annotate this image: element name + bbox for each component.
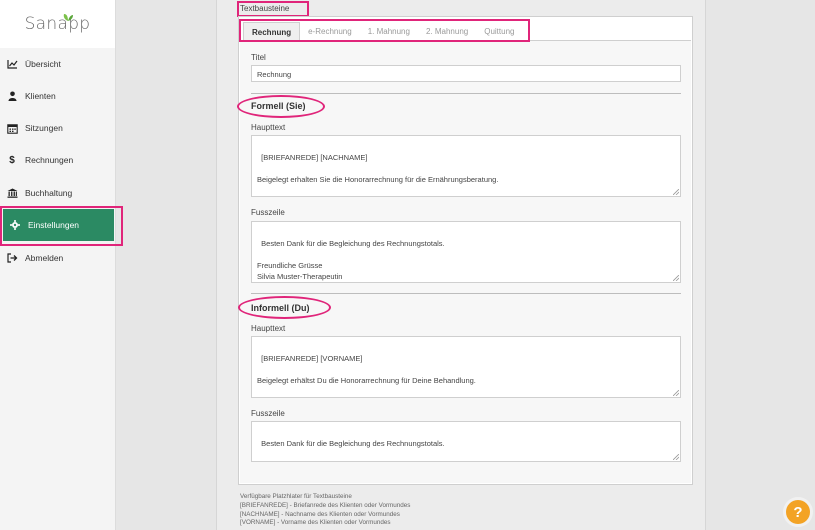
formell-haupttext-value: [BRIEFANREDE] [NACHNAME] Beigelegt erhal…	[257, 153, 499, 184]
titel-label: Titel	[251, 53, 266, 62]
resize-handle-icon[interactable]	[673, 390, 679, 396]
resize-handle-icon[interactable]	[673, 275, 679, 281]
sidebar-item-label: Buchhaltung	[25, 188, 73, 198]
formell-fusszeile-label: Fusszeile	[251, 208, 285, 217]
sidebar-item-einstellungen[interactable]: Einstellungen	[3, 209, 114, 241]
sidebar: Sanapp Übersicht Klienten Sitzungen $ Re…	[0, 0, 116, 530]
sidebar-item-buchhaltung[interactable]: Buchhaltung	[0, 177, 116, 209]
divider	[251, 93, 681, 94]
highlight-oval-formell	[237, 95, 325, 118]
sidebar-item-label: Abmelden	[25, 253, 64, 263]
placeholder-title: Verfügbare Platzhlater für Textbausteine	[240, 493, 352, 500]
sidebar-item-label: Klienten	[25, 91, 56, 101]
sidebar-item-label: Sitzungen	[25, 123, 63, 133]
divider	[251, 293, 681, 294]
resize-handle-icon[interactable]	[673, 189, 679, 195]
sidebar-item-uebersicht[interactable]: Übersicht	[0, 48, 116, 80]
resize-handle-icon[interactable]	[673, 454, 679, 460]
sidebar-item-sitzungen[interactable]: Sitzungen	[0, 112, 116, 144]
leaf-icon	[63, 14, 73, 21]
placeholder-line: [VORNAME] - Vorname des Klienten oder Vo…	[240, 519, 391, 527]
sidebar-item-label: Übersicht	[25, 59, 61, 69]
sign-out-icon	[6, 252, 18, 264]
sidebar-item-rechnungen[interactable]: $ Rechnungen	[0, 144, 116, 176]
formell-fusszeile-value: Besten Dank für die Begleichung des Rech…	[257, 239, 445, 281]
sidebar-item-abmelden[interactable]: Abmelden	[0, 242, 116, 274]
informell-haupttext-textarea[interactable]: [BRIEFANREDE] [VORNAME] Beigelegt erhält…	[251, 336, 681, 398]
question-icon: ?	[786, 500, 810, 524]
sidebar-item-label: Einstellungen	[28, 220, 80, 230]
formell-haupttext-textarea[interactable]: [BRIEFANREDE] [NACHNAME] Beigelegt erhal…	[251, 135, 681, 197]
informell-fusszeile-label: Fusszeile	[251, 409, 285, 418]
calendar-icon	[6, 122, 18, 134]
highlight-oval-informell	[238, 296, 331, 319]
placeholder-help: Verfügbare Platzhlater für Textbausteine…	[240, 493, 410, 528]
informell-fusszeile-textarea[interactable]: Besten Dank für die Begleichung des Rech…	[251, 421, 681, 462]
informell-haupttext-label: Haupttext	[251, 324, 286, 333]
gear-icon	[9, 219, 21, 231]
placeholder-line: [NACHNAME] - Nachname des Klienten oder …	[240, 510, 400, 518]
logo-text: Sanapp	[24, 14, 91, 34]
sidebar-item-klienten[interactable]: Klienten	[0, 80, 116, 112]
informell-fusszeile-value: Besten Dank für die Begleichung des Rech…	[261, 439, 445, 448]
logo[interactable]: Sanapp	[0, 0, 115, 48]
placeholder-line: [BRIEFANREDE] - Briefanrede des Klienten…	[240, 501, 411, 509]
sidebar-item-label: Rechnungen	[25, 155, 74, 165]
formell-haupttext-label: Haupttext	[251, 123, 286, 132]
formell-fusszeile-textarea[interactable]: Besten Dank für die Begleichung des Rech…	[251, 221, 681, 283]
chart-line-icon	[6, 58, 18, 70]
user-icon	[6, 90, 18, 102]
informell-haupttext-value: [BRIEFANREDE] [VORNAME] Beigelegt erhält…	[257, 354, 476, 385]
help-button[interactable]: ?	[783, 497, 813, 527]
bank-icon	[6, 187, 18, 199]
titel-input[interactable]: Rechnung	[251, 65, 681, 82]
dollar-icon: $	[9, 154, 15, 166]
highlight-frame-title	[237, 1, 309, 17]
highlight-frame-tabs	[239, 19, 530, 42]
